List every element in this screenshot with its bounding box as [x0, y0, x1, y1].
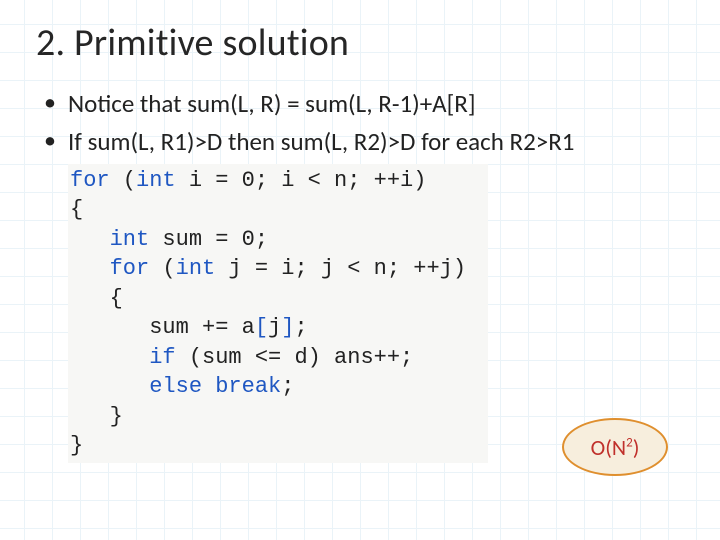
code-keyword: for: [110, 256, 150, 281]
badge-prefix: O(N: [591, 434, 626, 461]
code-bracket: ]: [281, 315, 294, 340]
code-text: ;: [294, 315, 307, 340]
code-text: [70, 256, 110, 281]
bullet-item: If sum(L, R1)>D then sum(L, R2)>D for ea…: [42, 126, 684, 158]
bullet-item: Notice that sum(L, R) = sum(L, R-1)+A[R]: [42, 88, 684, 120]
page-title: 2. Primitive solution: [36, 20, 684, 66]
bullet-list: Notice that sum(L, R) = sum(L, R-1)+A[R]…: [36, 88, 684, 158]
code-text: ;: [281, 374, 294, 399]
code-block: for (int i = 0; i < n; ++i) { int sum = …: [68, 164, 488, 463]
code-text: (sum <= d) ans++;: [176, 345, 414, 370]
code-text: sum = 0;: [149, 227, 268, 252]
code-text: [70, 345, 149, 370]
code-text: i = 0; i < n; ++i): [176, 168, 427, 193]
code-text: (: [110, 168, 136, 193]
code-text: j: [268, 315, 281, 340]
code-text: [202, 374, 215, 399]
code-text: }: [70, 433, 83, 458]
code-text: {: [70, 197, 83, 222]
code-keyword: break: [215, 374, 281, 399]
code-keyword: int: [176, 256, 216, 281]
code-text: sum += a: [70, 315, 255, 340]
badge-exponent: 2: [626, 435, 633, 450]
code-text: j = i; j < n; ++j): [215, 256, 466, 281]
badge-suffix: ): [633, 434, 640, 461]
complexity-badge: O(N2): [562, 418, 668, 476]
code-text: [70, 227, 110, 252]
code-text: (: [149, 256, 175, 281]
code-keyword: for: [70, 168, 110, 193]
code-bracket: [: [255, 315, 268, 340]
code-keyword: else: [149, 374, 202, 399]
code-text: {: [70, 286, 123, 311]
code-text: [70, 374, 149, 399]
code-text: }: [70, 404, 123, 429]
code-keyword: int: [136, 168, 176, 193]
code-keyword: if: [149, 345, 175, 370]
code-keyword: int: [110, 227, 150, 252]
badge-text: O(N2): [591, 434, 640, 461]
